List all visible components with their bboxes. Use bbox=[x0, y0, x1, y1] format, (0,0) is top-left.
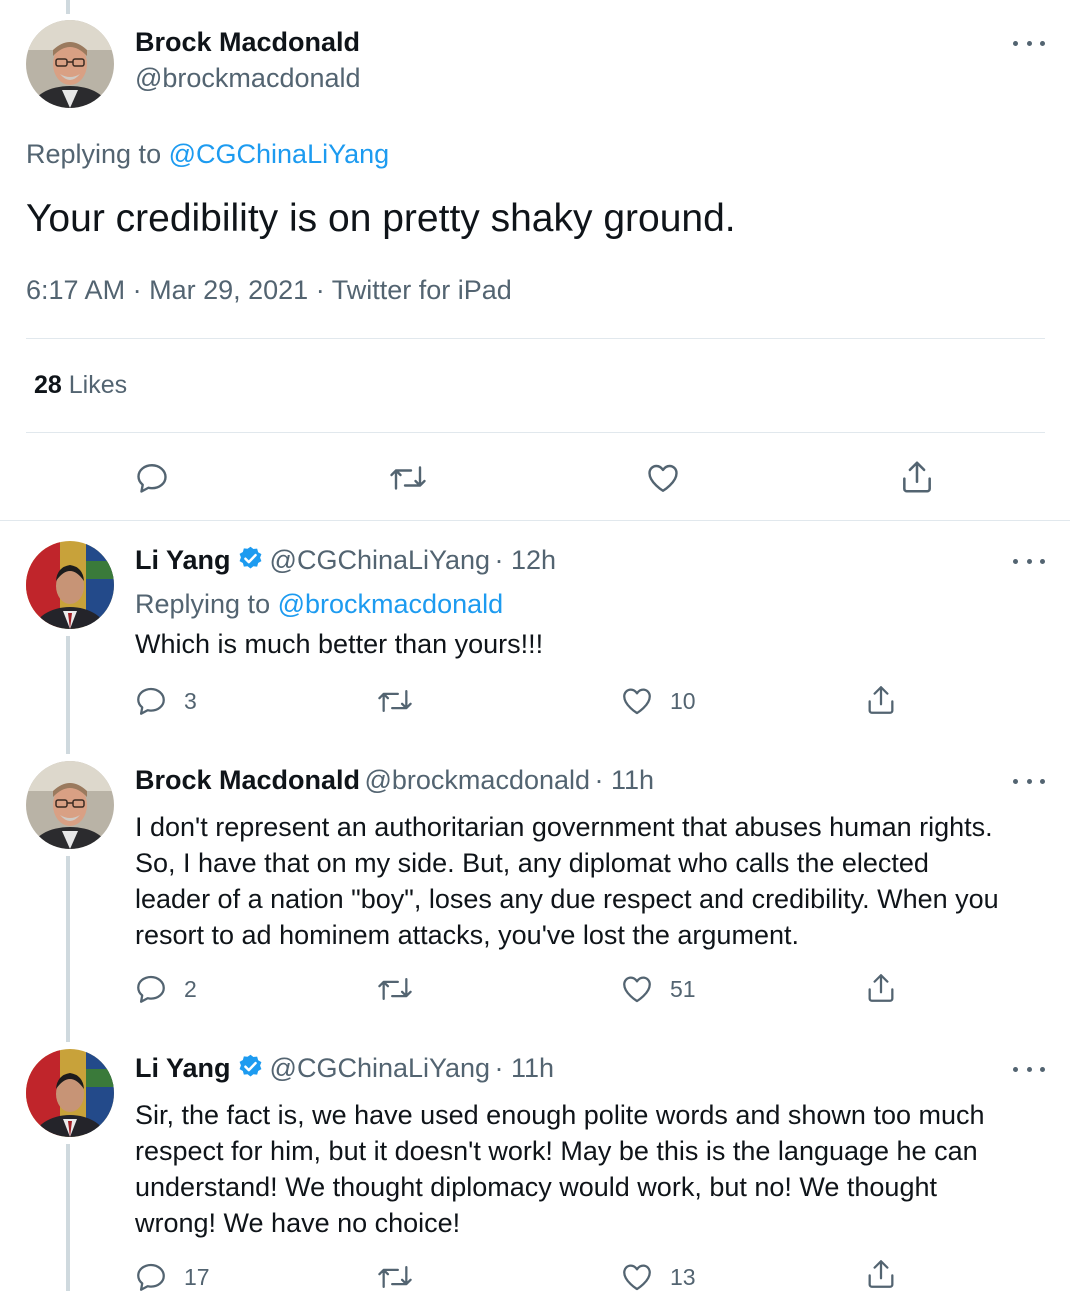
share-icon bbox=[868, 1260, 894, 1288]
more-icon[interactable] bbox=[1013, 1059, 1045, 1079]
like-button[interactable] bbox=[644, 460, 682, 496]
share-icon bbox=[868, 974, 894, 1002]
reply-icon bbox=[137, 687, 165, 715]
author-name[interactable]: Brock Macdonald bbox=[135, 765, 360, 795]
author-handle[interactable]: @CGChinaLiYang bbox=[270, 545, 491, 575]
reply-icon bbox=[137, 1263, 165, 1291]
tweet-meta: 6:17 AM · Mar 29, 2021 · Twitter for iPa… bbox=[26, 275, 512, 306]
replying-prefix: Replying to bbox=[135, 589, 271, 619]
replying-to: Replying to @brockmacdonald bbox=[135, 589, 503, 620]
like-icon bbox=[623, 688, 651, 715]
share-button[interactable] bbox=[864, 1257, 898, 1291]
more-icon[interactable] bbox=[1013, 771, 1045, 791]
tweet-text: I don't represent an authoritarian gover… bbox=[135, 809, 999, 953]
replying-to-link[interactable]: @brockmacdonald bbox=[278, 589, 504, 619]
avatar[interactable] bbox=[26, 761, 114, 849]
like-icon bbox=[648, 464, 678, 492]
author-name[interactable]: Li Yang bbox=[135, 1053, 231, 1083]
thread-line-reply-2 bbox=[66, 856, 70, 1042]
reply-2-header: Brock Macdonald @brockmacdonald · 11h bbox=[135, 765, 654, 796]
text-line: I don't represent an authoritarian gover… bbox=[135, 812, 993, 842]
verified-icon bbox=[239, 546, 261, 569]
reply-count: 17 bbox=[184, 1263, 210, 1290]
tweet-text: Your credibility is on pretty shaky grou… bbox=[26, 197, 736, 240]
text-line: understand! We thought diplomacy would w… bbox=[135, 1172, 937, 1202]
verified-icon bbox=[239, 1054, 261, 1077]
thread-line-reply-3 bbox=[66, 1144, 70, 1291]
share-button[interactable] bbox=[864, 683, 898, 717]
reply-3-header: Li Yang @CGChinaLiYang · 11h bbox=[135, 1053, 554, 1084]
reply-button[interactable]: 2 bbox=[134, 972, 197, 1006]
thread-line-reply-1 bbox=[66, 636, 70, 754]
meta-separator: · bbox=[315, 275, 325, 305]
tweet-time[interactable]: · 11h bbox=[594, 765, 654, 795]
retweet-button[interactable] bbox=[376, 972, 430, 1006]
replying-prefix: Replying to bbox=[26, 139, 162, 169]
like-icon bbox=[623, 976, 651, 1003]
tweet-time[interactable]: 6:17 AM bbox=[26, 275, 125, 305]
tweet-text: Sir, the fact is, we have used enough po… bbox=[135, 1097, 985, 1241]
share-icon bbox=[868, 686, 894, 714]
share-button[interactable] bbox=[864, 971, 898, 1005]
tweet-source[interactable]: Twitter for iPad bbox=[332, 275, 512, 305]
retweet-icon bbox=[378, 977, 412, 1001]
tweet-time[interactable]: · 11h bbox=[495, 1053, 555, 1083]
retweet-icon bbox=[378, 1265, 412, 1289]
reply-icon bbox=[137, 464, 167, 493]
meta-separator: · bbox=[132, 275, 142, 305]
retweet-icon bbox=[390, 466, 426, 490]
divider bbox=[26, 338, 1045, 339]
likes-count: 28 bbox=[34, 371, 62, 399]
divider bbox=[26, 432, 1045, 433]
thread-line-top bbox=[66, 0, 70, 14]
replying-to-link[interactable]: @CGChinaLiYang bbox=[169, 139, 390, 169]
like-button[interactable]: 10 bbox=[620, 684, 696, 718]
text-line: wrong! We have no choice! bbox=[135, 1208, 461, 1238]
share-button[interactable] bbox=[898, 458, 936, 496]
tweet-time[interactable]: · 12h bbox=[495, 545, 557, 575]
text-line: Sir, the fact is, we have used enough po… bbox=[135, 1100, 985, 1130]
author-handle[interactable]: @brockmacdonald bbox=[365, 765, 591, 795]
like-button[interactable]: 13 bbox=[620, 1260, 696, 1294]
retweet-button[interactable] bbox=[388, 460, 428, 496]
reply-button[interactable] bbox=[134, 460, 170, 496]
likes-stat[interactable]: 28 Likes bbox=[34, 371, 127, 400]
reply-icon bbox=[137, 975, 165, 1003]
tweet-text: Which is much better than yours!!! bbox=[135, 629, 544, 659]
reply-count: 3 bbox=[184, 687, 197, 714]
text-line: So, I have that on my side. But, any dip… bbox=[135, 848, 929, 878]
share-icon bbox=[903, 461, 931, 493]
text-line: respect for him, but it doesn't work! Ma… bbox=[135, 1136, 978, 1166]
retweet-button[interactable] bbox=[376, 1260, 430, 1294]
reply-button[interactable]: 3 bbox=[134, 684, 197, 718]
text-line: leader of a nation "boy", loses any due … bbox=[135, 884, 999, 914]
retweet-button[interactable] bbox=[376, 684, 430, 718]
reply-1-header: Li Yang @CGChinaLiYang · 12h bbox=[135, 545, 556, 576]
author-handle[interactable]: @brockmacdonald bbox=[135, 63, 361, 94]
text-line: resort to ad hominem attacks, you've los… bbox=[135, 920, 799, 950]
avatar[interactable] bbox=[26, 1049, 114, 1137]
tweet-date[interactable]: Mar 29, 2021 bbox=[149, 275, 308, 305]
reply-count: 2 bbox=[184, 975, 197, 1002]
likes-label: Likes bbox=[68, 371, 128, 399]
like-count: 13 bbox=[670, 1263, 696, 1290]
replying-to: Replying to @CGChinaLiYang bbox=[26, 139, 389, 170]
author-handle[interactable]: @CGChinaLiYang bbox=[270, 1053, 491, 1083]
author-name[interactable]: Brock Macdonald bbox=[135, 27, 360, 58]
like-icon bbox=[623, 1264, 651, 1291]
like-count: 10 bbox=[670, 687, 696, 714]
like-button[interactable]: 51 bbox=[620, 972, 696, 1006]
avatar[interactable] bbox=[26, 541, 114, 629]
like-count: 51 bbox=[670, 975, 696, 1002]
divider bbox=[0, 520, 1070, 521]
author-name[interactable]: Li Yang bbox=[135, 545, 231, 575]
reply-button[interactable]: 17 bbox=[134, 1260, 210, 1294]
more-icon[interactable] bbox=[1013, 33, 1045, 53]
retweet-icon bbox=[378, 689, 412, 713]
more-icon[interactable] bbox=[1013, 551, 1045, 571]
avatar[interactable] bbox=[26, 20, 114, 108]
